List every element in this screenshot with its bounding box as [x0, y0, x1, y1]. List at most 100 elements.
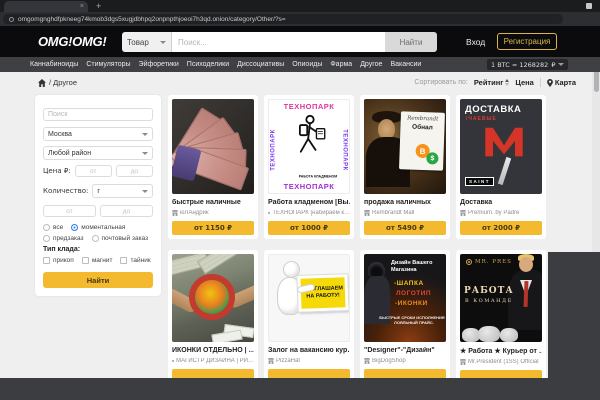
url-field[interactable]: omgomgnghdfpkneeg74kmob3dgs5xugjdbhpq2on… — [3, 14, 563, 24]
nav-item-pharma[interactable]: Фарма — [330, 61, 352, 68]
product-title[interactable]: Доставка — [460, 199, 542, 206]
screen: × + omgomgnghdfpkneeg74kmob3dgs5xugjdbhp… — [0, 0, 600, 400]
product-vendor[interactable]: PizzaHat — [268, 358, 350, 364]
product-title[interactable]: ★ Работа ★ Курьер от … — [460, 347, 542, 355]
checkbox-magnet[interactable]: магнит — [82, 257, 113, 264]
price-button[interactable]: от 1000 ₽ — [268, 221, 350, 235]
product-title[interactable]: продажа наличных — [364, 199, 446, 206]
product-image[interactable] — [172, 254, 254, 342]
product-title[interactable]: "Designer"-"Дизайн" — [364, 347, 446, 354]
quantity-from-input[interactable] — [43, 205, 96, 217]
store-icon — [364, 358, 370, 364]
product-image[interactable] — [172, 99, 254, 194]
product-image[interactable]: Дизайн Вашего Магазина -ШАПКА ЛОГОТИП -И… — [364, 254, 446, 342]
tab-close-icon[interactable]: × — [80, 2, 84, 11]
nav-item-dissociatives[interactable]: Диссоциативы — [237, 61, 284, 68]
sort-by-price[interactable]: Цена — [515, 78, 533, 87]
map-button[interactable]: Карта — [547, 78, 576, 87]
product-card[interactable]: ПРИГЛАШАЕМ НА РАБОТУ! Залог на вакансию … — [264, 250, 354, 392]
site-logo[interactable]: OMG!OMG! — [38, 34, 106, 49]
nav-item-stimulants[interactable]: Стимуляторы — [86, 61, 130, 68]
stash-type-label: Тип клада: — [43, 246, 153, 253]
product-vendor[interactable]: Rembrandt Mall — [364, 210, 446, 216]
radio-icon — [92, 235, 99, 242]
product-card[interactable]: ИКОНКИ ОТДЕЛЬНО | … МАГИСТР ДИЗАЙНА | РИ… — [168, 250, 258, 392]
product-image[interactable]: ПРИГЛАШАЕМ НА РАБОТУ! — [268, 254, 350, 342]
login-link[interactable]: Вход — [466, 37, 485, 47]
search-category-label: Товар — [127, 38, 149, 47]
product-vendor[interactable]: ТЕХНОПАРК [набираем к… — [268, 210, 350, 216]
product-title[interactable]: Работа кладменом [Вы… — [268, 199, 350, 206]
search-button[interactable]: Найти — [385, 32, 437, 52]
product-image[interactable]: ТЕХНОПАРК ТЕХНОПАРК ТЕХНОПАРК РАБОТА КЛА… — [268, 99, 350, 194]
selfie-stick — [498, 157, 511, 185]
price-button[interactable]: от 2000 ₽ — [460, 221, 542, 235]
product-title[interactable]: ИКОНКИ ОТДЕЛЬНО | … — [172, 347, 254, 354]
sort-arrows-icon — [505, 79, 509, 86]
home-icon[interactable] — [38, 79, 46, 87]
figure-face — [519, 257, 533, 272]
image-text: ТЕХНОПАРК — [269, 102, 349, 111]
nav-item-cannabinoids[interactable]: Каннабиноиды — [30, 61, 78, 68]
district-select[interactable]: Любой район — [43, 146, 153, 160]
product-card[interactable]: ТЕХНОПАРК ТЕХНОПАРК ТЕХНОПАРК РАБОТА КЛА… — [264, 95, 354, 239]
image-text: ДОСТАВКА — [465, 104, 521, 115]
product-title[interactable]: быстрые наличные — [172, 199, 254, 206]
nav-item-opioids[interactable]: Опиоиды — [292, 61, 322, 68]
image-text: Дизайн Вашего Магазина — [391, 260, 443, 274]
product-card[interactable]: быстрые наличные юЛАндрик от 1150 ₽ — [168, 95, 258, 239]
quantity-to-input[interactable] — [100, 205, 153, 217]
filter-search-input[interactable] — [43, 108, 153, 121]
product-card[interactable]: Rembrandt Обнал B $ продажа наличных Rem… — [360, 95, 450, 239]
unit-select[interactable]: г — [92, 184, 153, 198]
product-vendor[interactable]: Mr.President (1SS) Official — [460, 359, 542, 365]
apply-filters-button[interactable]: Найти — [43, 272, 153, 288]
chevron-down-icon — [142, 133, 148, 136]
product-card[interactable]: Дизайн Вашего Магазина -ШАПКА ЛОГОТИП -И… — [360, 250, 450, 392]
product-vendor[interactable]: МАГИСТР ДИЗАЙНА | РИ… — [172, 358, 254, 364]
product-vendor[interactable]: Premium. by Padre — [460, 210, 542, 216]
checkbox-tainik[interactable]: тайник — [120, 257, 150, 264]
product-vendor[interactable]: BigDogShop — [364, 358, 446, 364]
price-button[interactable]: от 1150 ₽ — [172, 221, 254, 235]
site-info-icon[interactable] — [9, 17, 14, 22]
product-image[interactable]: ДОСТАВКА /ЧАЕВЫЕ SAINT — [460, 99, 542, 194]
sort-by-rating[interactable]: Рейтинг — [474, 78, 510, 87]
radio-icon — [43, 224, 50, 231]
image-text: РАБОТА — [464, 286, 514, 296]
browser-tab[interactable]: × — [4, 1, 88, 12]
product-card[interactable]: ДОСТАВКА /ЧАЕВЫЕ SAINT Доставка Premium.… — [456, 95, 546, 239]
nav-item-psychedelics[interactable]: Психоделики — [187, 61, 229, 68]
product-title[interactable]: Залог на вакансию кур… — [268, 347, 350, 354]
image-text: В КОМАНДЕ — [465, 298, 513, 304]
chevron-down-icon — [142, 190, 148, 193]
radio-instant[interactable]: моментальная — [71, 224, 125, 231]
radio-preorder[interactable]: предзаказ — [43, 235, 84, 242]
browser-extension-icon[interactable] — [586, 3, 592, 9]
price-button[interactable]: от 5490 ₽ — [364, 221, 446, 235]
quantity-label: Количество: — [43, 187, 88, 195]
image-text: /ЧАЕВЫЕ — [466, 116, 497, 122]
radio-all[interactable]: все — [43, 224, 63, 231]
search-input[interactable] — [172, 32, 385, 52]
new-tab-icon[interactable]: + — [96, 0, 101, 12]
product-vendor[interactable]: юЛАндрик — [172, 210, 254, 216]
url-text: omgomgnghdfpkneeg74kmob3dgs5xugjdbhpq2on… — [18, 16, 286, 23]
product-image[interactable]: Rembrandt Обнал B $ — [364, 99, 446, 194]
breadcrumb-path[interactable]: / Другое — [49, 78, 77, 87]
btc-rate: 1 BTC = 1268282 — [491, 61, 548, 69]
search-category-select[interactable]: Товар — [122, 32, 172, 52]
price-from-input[interactable] — [75, 165, 112, 177]
image-text: РАБОТА КЛАДМЕНОМ — [279, 175, 350, 179]
price-to-input[interactable] — [116, 165, 153, 177]
nav-item-vacancies[interactable]: Вакансии — [390, 61, 421, 68]
checkbox-prikop[interactable]: прикоп — [43, 257, 74, 264]
register-button[interactable]: Регистрация — [497, 33, 557, 50]
nav-item-euphoretics[interactable]: Эйфоретики — [139, 61, 179, 68]
product-card[interactable]: MR. PRES РАБОТА В КОМАНДЕ ★ Работа ★ Кур… — [456, 250, 546, 393]
radio-postal[interactable]: почтовый заказ — [92, 235, 149, 242]
btc-rate-selector[interactable]: 1 BTC = 1268282 ₽ — [487, 59, 568, 70]
city-select[interactable]: Москва — [43, 127, 153, 141]
nav-item-other[interactable]: Другое — [360, 61, 382, 68]
product-image[interactable]: MR. PRES РАБОТА В КОМАНДЕ — [460, 254, 542, 342]
